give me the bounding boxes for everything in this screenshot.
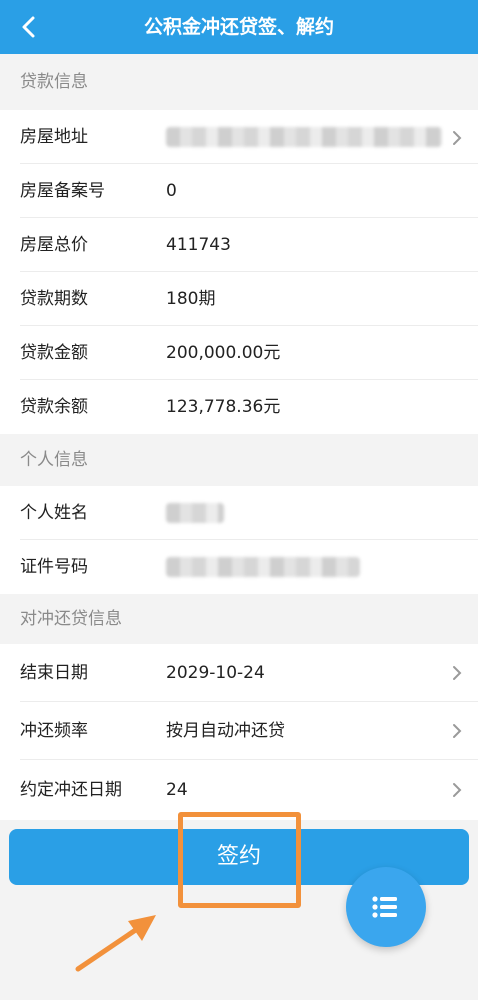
end-date-value: 2029-10-24 xyxy=(166,663,265,683)
row-loan-balance: 贷款余额 123,778.36元 xyxy=(0,380,478,434)
frequency-value: 按月自动冲还贷 xyxy=(166,721,285,741)
record-no-value: 0 xyxy=(166,181,177,201)
loan-periods-value: 180期 xyxy=(166,289,216,309)
total-price-label: 房屋总价 xyxy=(20,235,88,255)
row-loan-amount: 贷款金额 200,000.00元 xyxy=(0,326,478,380)
row-personal-name: 个人姓名 xyxy=(0,486,478,540)
chevron-right-icon xyxy=(450,782,464,802)
back-icon[interactable] xyxy=(14,12,44,42)
row-house-address[interactable]: 房屋地址 xyxy=(0,110,478,164)
loan-balance-label: 贷款余额 xyxy=(20,397,88,417)
row-record-no: 房屋备案号 0 xyxy=(0,164,478,218)
chevron-right-icon xyxy=(450,665,464,685)
house-address-label: 房屋地址 xyxy=(20,127,88,147)
frequency-label: 冲还频率 xyxy=(20,721,88,741)
record-no-label: 房屋备案号 xyxy=(20,181,105,201)
row-frequency[interactable]: 冲还频率 按月自动冲还贷 xyxy=(0,702,478,760)
highlight-box xyxy=(178,812,301,908)
list-icon xyxy=(372,896,397,918)
personal-name-value-redacted xyxy=(166,503,224,523)
section-personal-info: 个人信息 xyxy=(0,434,478,486)
page-title: 公积金冲还贷签、解约 xyxy=(143,16,334,38)
row-total-price: 房屋总价 411743 xyxy=(0,218,478,272)
chevron-right-icon xyxy=(450,723,464,743)
row-end-date[interactable]: 结束日期 2029-10-24 xyxy=(0,644,478,702)
loan-periods-label: 贷款期数 xyxy=(20,289,88,309)
pointer-arrow-icon xyxy=(75,915,156,972)
chevron-right-icon xyxy=(450,130,464,150)
row-id-number: 证件号码 xyxy=(0,540,478,594)
section-offset-info: 对冲还贷信息 xyxy=(0,594,478,644)
id-number-value-redacted xyxy=(166,557,360,577)
agreed-day-label: 约定冲还日期 xyxy=(20,780,122,800)
end-date-label: 结束日期 xyxy=(20,663,88,683)
agreed-day-value: 24 xyxy=(166,780,188,800)
app-header: 公积金冲还贷签、解约 xyxy=(0,0,478,54)
loan-amount-value: 200,000.00元 xyxy=(166,343,281,363)
row-loan-periods: 贷款期数 180期 xyxy=(0,272,478,326)
id-number-label: 证件号码 xyxy=(20,557,88,577)
loan-amount-label: 贷款金额 xyxy=(20,343,88,363)
personal-name-label: 个人姓名 xyxy=(20,503,88,523)
row-agreed-day[interactable]: 约定冲还日期 24 xyxy=(0,760,478,820)
house-address-value-redacted xyxy=(166,127,442,147)
total-price-value: 411743 xyxy=(166,235,231,255)
section-loan-info: 贷款信息 xyxy=(0,54,478,110)
menu-fab-button[interactable] xyxy=(346,867,426,947)
loan-balance-value: 123,778.36元 xyxy=(166,397,281,417)
